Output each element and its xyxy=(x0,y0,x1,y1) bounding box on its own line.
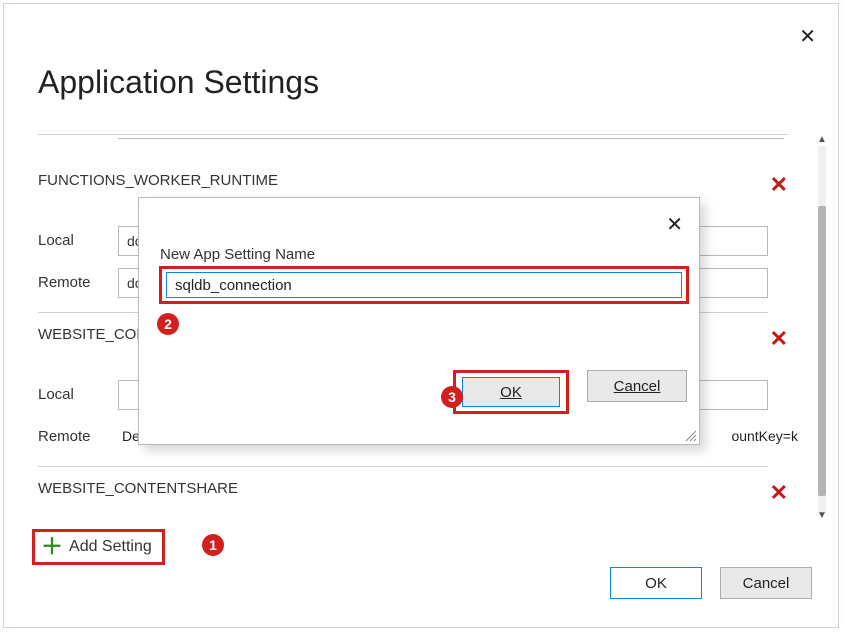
divider xyxy=(118,138,784,139)
page-title: Application Settings xyxy=(38,64,319,101)
local-label: Local xyxy=(38,232,74,249)
remote-label: Remote xyxy=(38,428,91,445)
setting-key: WEBSITE_CON xyxy=(38,326,147,343)
delete-setting-icon[interactable]: ✕ xyxy=(770,480,788,506)
dialog-input-highlight xyxy=(159,266,689,304)
setting-group: WEBSITE_CONTENTSHARE ✕ xyxy=(38,480,788,498)
callout-badge-2: 2 xyxy=(157,313,179,335)
callout-badge-1: 1 xyxy=(202,534,224,556)
close-icon[interactable]: ✕ xyxy=(799,24,816,49)
delete-setting-icon[interactable]: ✕ xyxy=(770,172,788,198)
dialog-label: New App Setting Name xyxy=(160,246,315,263)
remote-value-suffix: ountKey=k xyxy=(731,428,798,444)
setting-key: WEBSITE_CONTENTSHARE xyxy=(38,480,238,497)
dialog-close-icon[interactable]: ✕ xyxy=(666,212,683,237)
add-setting-label: Add Setting xyxy=(69,538,152,556)
scrollbar-thumb[interactable] xyxy=(818,206,826,496)
setting-key: FUNCTIONS_WORKER_RUNTIME xyxy=(38,172,278,189)
dialog-button-bar: OK Cancel xyxy=(453,370,687,414)
scroll-down-arrow-icon[interactable]: ▼ xyxy=(815,510,829,521)
delete-setting-icon[interactable]: ✕ xyxy=(770,326,788,352)
dialog-ok-button[interactable]: OK xyxy=(462,377,560,407)
add-setting-button[interactable]: ＋ Add Setting xyxy=(32,529,165,565)
setting-group: FUNCTIONS_WORKER_RUNTIME ✕ xyxy=(38,172,788,190)
scroll-up-arrow-icon[interactable]: ▲ xyxy=(815,134,829,145)
ok-button[interactable]: OK xyxy=(610,567,702,599)
divider xyxy=(38,134,788,135)
callout-badge-3: 3 xyxy=(441,386,463,408)
new-setting-dialog: ✕ New App Setting Name OK Cancel xyxy=(138,197,700,445)
setting-name-input[interactable] xyxy=(166,272,682,298)
cancel-button[interactable]: Cancel xyxy=(720,567,812,599)
dialog-cancel-button[interactable]: Cancel xyxy=(587,370,687,402)
resize-grip-icon[interactable] xyxy=(683,428,697,442)
plus-icon: ＋ xyxy=(41,536,63,558)
dialog-ok-highlight: OK xyxy=(453,370,569,414)
window-button-bar: OK Cancel xyxy=(610,567,812,599)
remote-label: Remote xyxy=(38,274,91,291)
local-label: Local xyxy=(38,386,74,403)
divider xyxy=(38,466,768,467)
